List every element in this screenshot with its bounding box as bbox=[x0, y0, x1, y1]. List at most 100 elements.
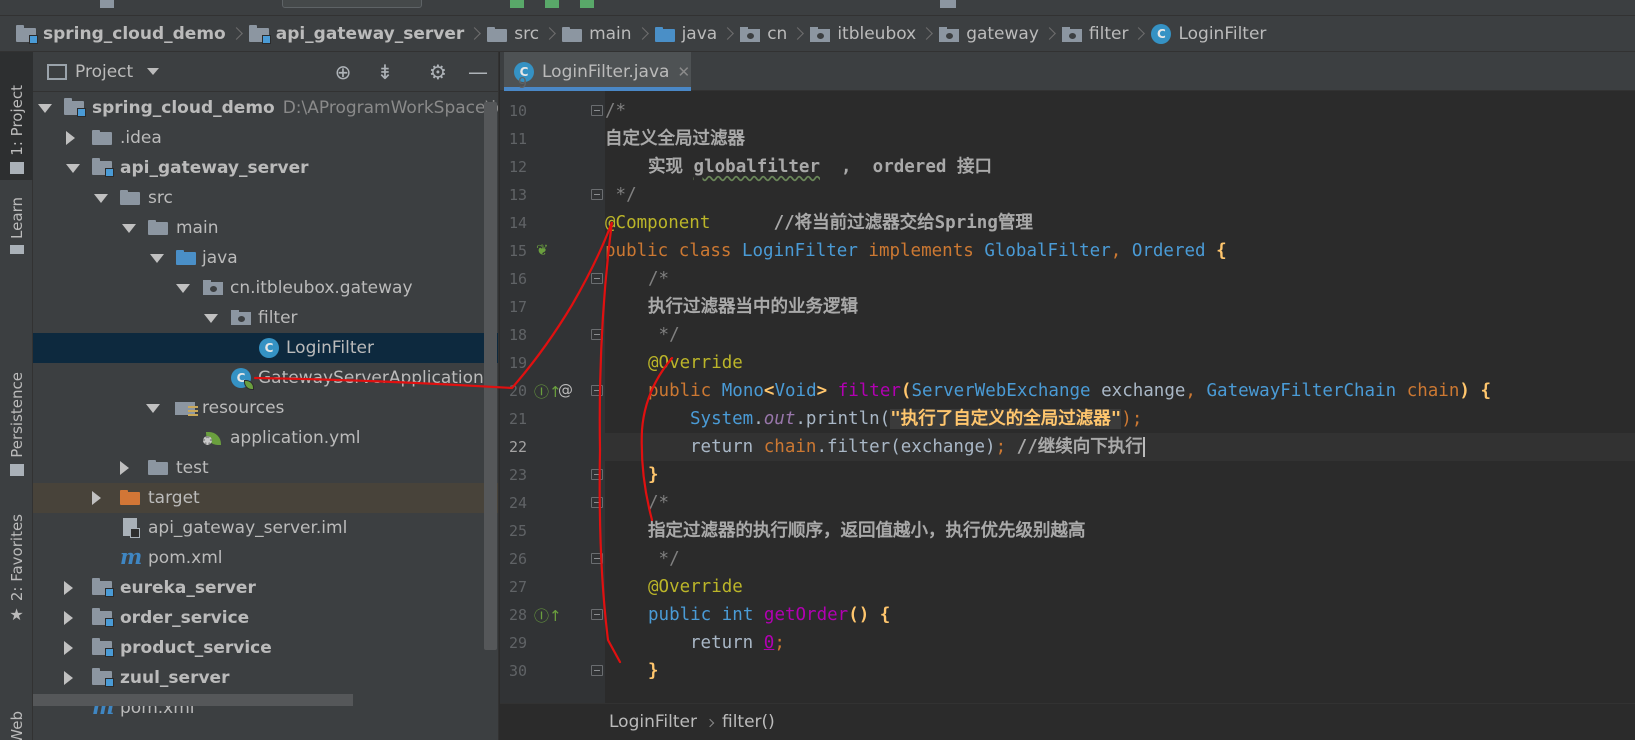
toolbar-build-icon[interactable] bbox=[100, 0, 114, 8]
project-horizontal-scrollbar[interactable] bbox=[33, 694, 353, 706]
implements-method-gutter-icon[interactable]: Ⓘ↑ bbox=[534, 605, 562, 626]
breadcrumb-api-gateway-server[interactable]: api_gateway_server bbox=[248, 24, 464, 44]
breadcrumb-main[interactable]: main bbox=[562, 24, 632, 44]
expand-arrow-icon[interactable] bbox=[204, 314, 218, 323]
expand-arrow-icon[interactable] bbox=[146, 404, 160, 413]
tool-tab-persistence[interactable]: Persistence bbox=[0, 362, 33, 482]
locate-file-icon[interactable]: ⊕ bbox=[332, 61, 354, 83]
code-area[interactable]: /* 自定义全局过滤器 实现 globalfilter , ordered 接口… bbox=[605, 91, 1635, 703]
tree-item-pom-xml[interactable]: m pom.xml bbox=[33, 543, 498, 573]
close-tab-icon[interactable]: ✕ bbox=[677, 63, 690, 81]
tree-item-idea[interactable]: .idea bbox=[33, 123, 498, 153]
toolbar-debug-icon[interactable] bbox=[545, 0, 559, 8]
keyword-token: public bbox=[648, 381, 722, 401]
breadcrumb-cn[interactable]: cn bbox=[740, 24, 787, 44]
breadcrumb-spring-cloud-demo[interactable]: spring_cloud_demo bbox=[16, 24, 226, 44]
project-view-selector[interactable]: Project bbox=[75, 62, 133, 82]
tree-item-loginfilter[interactable]: C LoginFilter bbox=[33, 333, 498, 363]
dropdown-arrow-icon[interactable] bbox=[147, 68, 160, 75]
breadcrumb-src[interactable]: src bbox=[487, 24, 539, 44]
spring-bean-gutter-icon[interactable]: ❦ bbox=[536, 241, 549, 259]
tree-item-gatewayserverapplication[interactable]: C GatewayServerApplication bbox=[33, 363, 498, 393]
tree-item-java[interactable]: java bbox=[33, 243, 498, 273]
punct-token: > bbox=[816, 381, 838, 401]
breadcrumb-method-filter[interactable]: filter() bbox=[722, 712, 775, 732]
tree-item-order-service[interactable]: order_service bbox=[33, 603, 498, 633]
type-token: Void bbox=[774, 381, 817, 401]
breadcrumb-gateway[interactable]: gateway bbox=[939, 24, 1039, 44]
tab-loginfilter-java[interactable]: C LoginFilter.java ✕ bbox=[504, 52, 691, 91]
tree-item-label: java bbox=[202, 248, 238, 268]
comment-token: /* bbox=[648, 269, 670, 289]
code-line-22: return chain.filter(exchange); //继续向下执行 bbox=[605, 433, 1635, 461]
tree-item-spring-cloud-demo[interactable]: spring_cloud_demo D:\AProgramWorkSpace\id… bbox=[33, 93, 498, 123]
fold-marker-icon[interactable] bbox=[591, 609, 603, 620]
expand-arrow-icon[interactable] bbox=[38, 104, 52, 113]
breadcrumb-java[interactable]: java bbox=[654, 24, 717, 44]
tree-item-test[interactable]: test bbox=[33, 453, 498, 483]
tool-tab-learn[interactable]: Learn bbox=[0, 184, 33, 260]
project-vertical-scrollbar[interactable] bbox=[484, 102, 497, 650]
breadcrumb-itbleubox[interactable]: itbleubox bbox=[810, 24, 916, 44]
line-number: 18 bbox=[508, 326, 527, 344]
breadcrumb-filter[interactable]: filter bbox=[1061, 24, 1128, 44]
method-call-token: .println( bbox=[795, 409, 891, 429]
fold-marker-icon[interactable] bbox=[591, 329, 603, 340]
expand-arrow-icon[interactable] bbox=[176, 284, 190, 293]
tool-tab-favorites[interactable]: ★ 2: Favorites bbox=[0, 508, 33, 628]
collapse-arrow-icon[interactable] bbox=[64, 581, 73, 595]
collapse-arrow-icon[interactable] bbox=[92, 491, 101, 505]
fold-marker-icon[interactable] bbox=[591, 385, 603, 396]
expand-arrow-icon[interactable] bbox=[150, 254, 164, 263]
expand-arrow-icon[interactable] bbox=[122, 224, 136, 233]
breadcrumb-class-loginfilter[interactable]: LoginFilter bbox=[609, 712, 697, 732]
collapse-arrow-icon[interactable] bbox=[66, 131, 75, 145]
settings-gear-icon[interactable]: ⚙ bbox=[427, 61, 449, 83]
tree-item-api-gateway-server[interactable]: api_gateway_server bbox=[33, 153, 498, 183]
tree-item-eureka-server[interactable]: eureka_server bbox=[33, 573, 498, 603]
annotation-token: @Component bbox=[605, 213, 711, 233]
expand-arrow-icon[interactable] bbox=[66, 164, 80, 173]
tool-tab-project[interactable]: 1: Project bbox=[0, 52, 33, 180]
toolbar-sdk-icon[interactable] bbox=[940, 0, 956, 8]
collapse-all-icon[interactable]: ⇟ bbox=[374, 61, 396, 83]
line-number: 28 bbox=[508, 606, 527, 624]
fold-marker-icon[interactable] bbox=[591, 469, 603, 480]
breadcrumb-loginfilter[interactable]: C LoginFilter bbox=[1151, 23, 1266, 44]
tree-item-package-gateway[interactable]: cn.itbleubox.gateway bbox=[33, 273, 498, 303]
tree-item-iml-file[interactable]: api_gateway_server.iml bbox=[33, 513, 498, 543]
tree-item-zuul-server[interactable]: zuul_server bbox=[33, 663, 498, 693]
code-line-30: } bbox=[648, 657, 659, 685]
iml-file-icon bbox=[123, 518, 140, 538]
tree-item-package-filter[interactable]: filter bbox=[33, 303, 498, 333]
fold-marker-icon[interactable] bbox=[591, 665, 603, 676]
tree-item-main[interactable]: main bbox=[33, 213, 498, 243]
tree-item-resources[interactable]: resources bbox=[33, 393, 498, 423]
collapse-arrow-icon[interactable] bbox=[64, 611, 73, 625]
module-icon bbox=[16, 24, 38, 44]
collapse-arrow-icon[interactable] bbox=[64, 671, 73, 685]
toolbar-profile-icon[interactable] bbox=[580, 0, 594, 8]
annotation-token: @Override bbox=[648, 577, 743, 597]
hide-panel-icon[interactable]: — bbox=[467, 61, 489, 83]
toolbar-run-icon[interactable] bbox=[510, 0, 524, 8]
fold-marker-icon[interactable] bbox=[591, 553, 603, 564]
fold-marker-icon[interactable] bbox=[591, 105, 603, 116]
annotation-gutter-icon[interactable]: @ bbox=[558, 381, 573, 399]
fold-marker-icon[interactable] bbox=[591, 497, 603, 508]
tree-item-application-yml[interactable]: application.yml bbox=[33, 423, 498, 453]
tool-tab-web[interactable]: Web bbox=[0, 648, 33, 740]
type-token: LoginFilter bbox=[741, 241, 858, 261]
tree-item-src[interactable]: src bbox=[33, 183, 498, 213]
code-line-23: } bbox=[648, 461, 659, 489]
expand-arrow-icon[interactable] bbox=[94, 194, 108, 203]
tool-tab-label: Learn bbox=[7, 197, 26, 239]
fold-marker-icon[interactable] bbox=[591, 189, 603, 200]
collapse-arrow-icon[interactable] bbox=[120, 461, 129, 475]
tree-item-target[interactable]: target bbox=[33, 483, 498, 513]
collapse-arrow-icon[interactable] bbox=[64, 641, 73, 655]
fold-marker-icon[interactable] bbox=[591, 273, 603, 284]
toolbar-run-config[interactable] bbox=[282, 0, 422, 8]
tree-item-product-service[interactable]: product_service bbox=[33, 633, 498, 663]
line-number: 14 bbox=[508, 214, 527, 232]
